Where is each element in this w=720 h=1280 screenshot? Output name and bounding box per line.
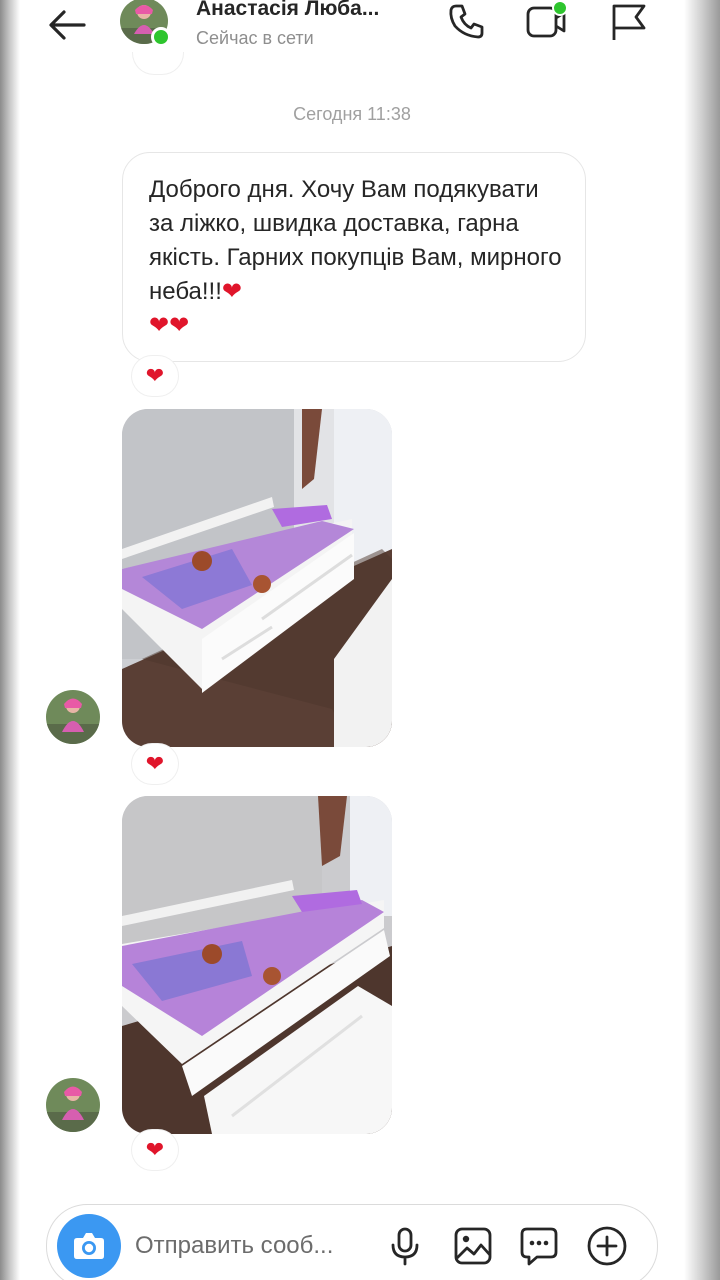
flag-icon [612, 4, 646, 40]
message-text: Доброго дня. Хочу Вам подякувати за ліжк… [149, 176, 562, 305]
sender-avatar[interactable] [46, 690, 100, 744]
chat-header: Анастасія Люба... Сейчас в сети [20, 0, 684, 56]
message-bubble[interactable]: Доброго дня. Хочу Вам подякувати за ліжк… [122, 152, 586, 362]
heart-emoji: ❤ [221, 278, 242, 305]
chat-timestamp: Сегодня 11:38 [293, 104, 411, 124]
message-composer [46, 1204, 658, 1280]
contact-name[interactable]: Анастасія Люба... [196, 0, 379, 21]
heart-reaction[interactable]: ❤ [132, 1130, 178, 1170]
chat-screen: Анастасія Люба... Сейчас в сети Сегодня … [20, 0, 684, 1280]
gallery-button[interactable] [451, 1224, 495, 1268]
heart-reaction[interactable]: ❤ [132, 356, 178, 396]
sticker-icon [520, 1227, 558, 1266]
gallery-icon [454, 1227, 492, 1265]
contact-status: Сейчас в сети [196, 28, 314, 48]
video-active-indicator [552, 0, 568, 16]
voice-message-button[interactable] [383, 1224, 427, 1268]
message-input[interactable] [135, 1229, 365, 1263]
camera-icon [74, 1233, 104, 1259]
more-actions-button[interactable] [585, 1224, 629, 1268]
sender-avatar[interactable] [46, 1078, 100, 1132]
photo-message[interactable] [122, 409, 392, 747]
microphone-icon [391, 1227, 419, 1266]
arrow-left-icon [49, 10, 86, 40]
back-button[interactable] [44, 4, 88, 44]
report-button[interactable] [606, 0, 650, 44]
heart-emoji: ❤❤ [149, 312, 190, 339]
heart-reaction[interactable]: ❤ [132, 744, 178, 784]
phone-icon [449, 4, 484, 39]
previous-message-bubble [132, 52, 184, 75]
photo-message[interactable] [122, 796, 392, 1134]
online-indicator [151, 27, 171, 47]
call-button[interactable] [444, 0, 488, 44]
camera-button[interactable] [57, 1214, 121, 1278]
sticker-button[interactable] [517, 1224, 561, 1268]
plus-icon [587, 1226, 627, 1266]
